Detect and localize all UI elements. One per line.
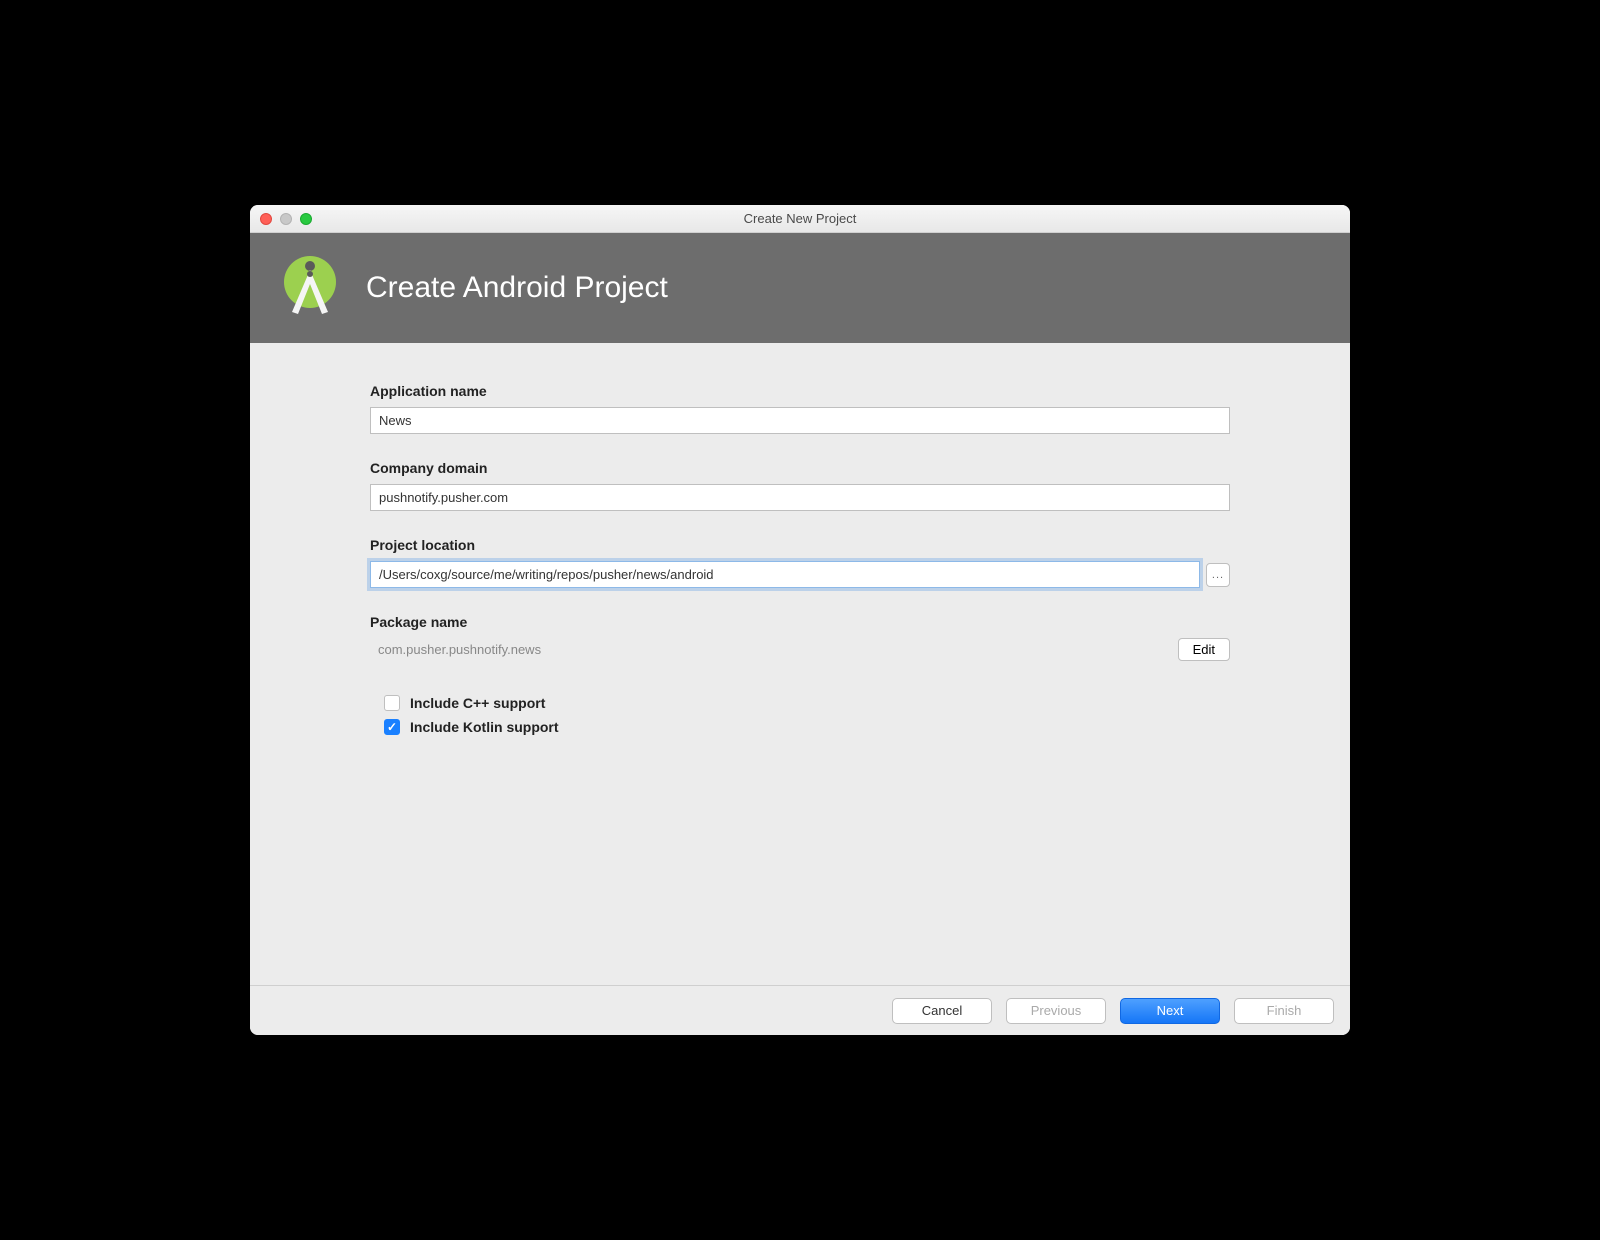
edit-package-button[interactable]: Edit xyxy=(1178,638,1230,661)
kotlin-support-checkbox[interactable] xyxy=(384,719,400,735)
next-button[interactable]: Next xyxy=(1120,998,1220,1024)
cpp-support-checkbox[interactable] xyxy=(384,695,400,711)
application-name-label: Application name xyxy=(370,383,1230,399)
kotlin-support-label: Include Kotlin support xyxy=(410,719,559,735)
kotlin-support-row: Include Kotlin support xyxy=(384,719,1230,735)
project-location-group: Project location ... xyxy=(370,537,1230,588)
titlebar: Create New Project xyxy=(250,205,1350,233)
dialog-content: Application name Company domain Project … xyxy=(250,343,1350,985)
application-name-group: Application name xyxy=(370,383,1230,434)
maximize-window-button[interactable] xyxy=(300,213,312,225)
android-studio-icon xyxy=(274,252,346,324)
browse-location-button[interactable]: ... xyxy=(1206,563,1230,587)
company-domain-group: Company domain xyxy=(370,460,1230,511)
cpp-support-label: Include C++ support xyxy=(410,695,545,711)
package-name-label: Package name xyxy=(370,614,1230,630)
package-name-value: com.pusher.pushnotify.news xyxy=(378,642,541,657)
dialog-window: Create New Project Create Android Projec… xyxy=(250,205,1350,1035)
company-domain-label: Company domain xyxy=(370,460,1230,476)
window-title: Create New Project xyxy=(744,211,857,226)
dialog-header: Create Android Project xyxy=(250,233,1350,343)
options-group: Include C++ support Include Kotlin suppo… xyxy=(370,695,1230,735)
dialog-title: Create Android Project xyxy=(366,271,668,305)
previous-button[interactable]: Previous xyxy=(1006,998,1106,1024)
project-location-input[interactable] xyxy=(370,561,1200,588)
window-controls xyxy=(260,213,312,225)
close-window-button[interactable] xyxy=(260,213,272,225)
package-name-group: Package name com.pusher.pushnotify.news … xyxy=(370,614,1230,661)
minimize-window-button[interactable] xyxy=(280,213,292,225)
cpp-support-row: Include C++ support xyxy=(384,695,1230,711)
project-location-label: Project location xyxy=(370,537,1230,553)
company-domain-input[interactable] xyxy=(370,484,1230,511)
cancel-button[interactable]: Cancel xyxy=(892,998,992,1024)
dialog-footer: Cancel Previous Next Finish xyxy=(250,985,1350,1035)
finish-button[interactable]: Finish xyxy=(1234,998,1334,1024)
application-name-input[interactable] xyxy=(370,407,1230,434)
